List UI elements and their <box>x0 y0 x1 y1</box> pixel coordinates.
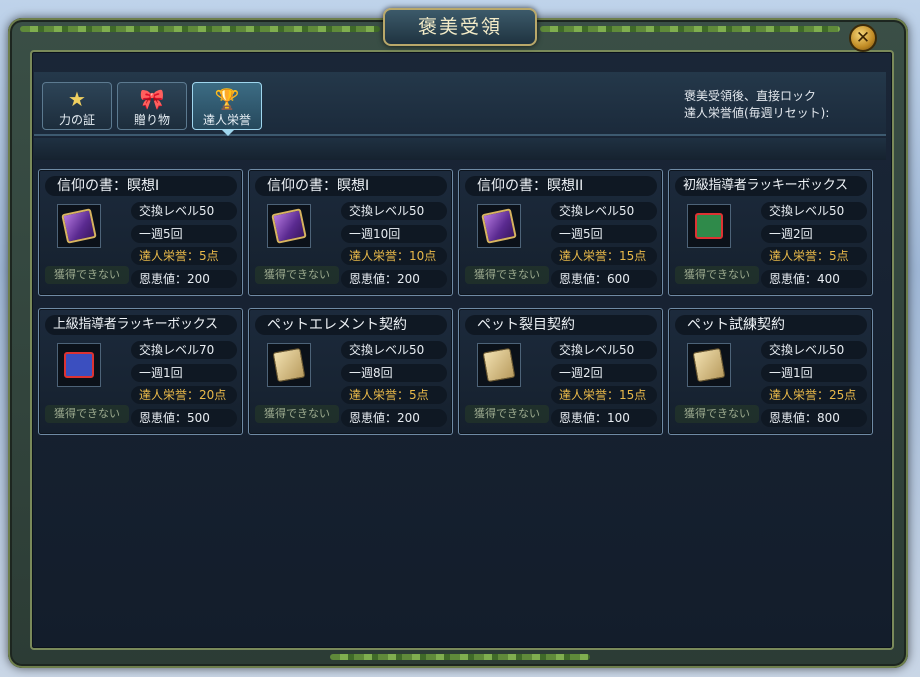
item-slot[interactable] <box>477 343 521 387</box>
item-slot[interactable] <box>267 204 311 248</box>
reward-card[interactable]: ペット裂目契約 獲得できない 交換レベル50 一週2回 達人栄誉：15点 恩恵値… <box>458 308 663 435</box>
item-slot[interactable] <box>687 343 731 387</box>
honor-cost: 達人栄誉：20点 <box>131 386 237 404</box>
unavailable-label: 獲得できない <box>255 405 339 423</box>
contract-scroll-icon <box>272 347 306 383</box>
item-slot[interactable] <box>57 204 101 248</box>
exchange-level: 交換レベル70 <box>131 341 237 359</box>
gift-bow-icon: 🎀 <box>139 87 165 111</box>
honor-cost: 達人栄誉：10点 <box>341 247 447 265</box>
favor-value: 恩恵値：200 <box>341 270 447 288</box>
close-button[interactable]: ✕ <box>849 24 877 52</box>
bottom-vine-decoration <box>330 654 590 660</box>
weekly-limit: 一週5回 <box>551 225 657 243</box>
exchange-level: 交換レベル50 <box>131 202 237 220</box>
honor-cost: 達人栄誉：5点 <box>341 386 447 404</box>
tab-power-proof[interactable]: ★ 力の証 <box>42 82 112 130</box>
purple-book-icon <box>271 208 307 244</box>
card-title: 初級指導者ラッキーボックス <box>675 176 867 196</box>
contract-scroll-icon <box>692 347 726 383</box>
tab-label: 贈り物 <box>133 113 170 127</box>
tab-gifts[interactable]: 🎀 贈り物 <box>117 82 187 130</box>
exchange-level: 交換レベル50 <box>761 341 867 359</box>
honor-cost: 達人栄誉：15点 <box>551 386 657 404</box>
weekly-limit: 一週2回 <box>761 225 867 243</box>
window-title: 褒美受領 <box>383 8 537 46</box>
reward-card[interactable]: 信仰の書：瞑想I 獲得できない 交換レベル50 一週5回 達人栄誉：5点 恩恵値… <box>38 169 243 296</box>
honor-cost: 達人栄誉：15点 <box>551 247 657 265</box>
blue-gift-box-icon <box>64 352 94 378</box>
exchange-level: 交換レベル50 <box>551 202 657 220</box>
header-band <box>34 138 886 160</box>
weekly-limit: 一週1回 <box>761 364 867 382</box>
contract-scroll-icon <box>482 347 516 383</box>
unavailable-label: 獲得できない <box>675 266 759 284</box>
tab-label: 力の証 <box>58 113 95 127</box>
favor-value: 恩恵値：200 <box>131 270 237 288</box>
honor-cost: 達人栄誉：25点 <box>761 386 867 404</box>
honor-trophy-icon: 🏆 <box>214 87 240 111</box>
reward-card[interactable]: 初級指導者ラッキーボックス 獲得できない 交換レベル50 一週2回 達人栄誉：5… <box>668 169 873 296</box>
reward-card[interactable]: 信仰の書：瞑想I 獲得できない 交換レベル50 一週10回 達人栄誉：10点 恩… <box>248 169 453 296</box>
item-slot[interactable] <box>477 204 521 248</box>
purple-book-icon <box>481 208 517 244</box>
reward-card[interactable]: 信仰の書：瞑想II 獲得できない 交換レベル50 一週5回 達人栄誉：15点 恩… <box>458 169 663 296</box>
exchange-level: 交換レベル50 <box>341 341 447 359</box>
unavailable-label: 獲得できない <box>255 266 339 284</box>
weekly-limit: 一週10回 <box>341 225 447 243</box>
card-title: ペット試練契約 <box>675 315 867 335</box>
star-icon: ★ <box>68 87 86 111</box>
exchange-level: 交換レベル50 <box>761 202 867 220</box>
reward-card[interactable]: ペット試練契約 獲得できない 交換レベル50 一週1回 達人栄誉：25点 恩恵値… <box>668 308 873 435</box>
item-slot[interactable] <box>687 204 731 248</box>
item-slot[interactable] <box>267 343 311 387</box>
favor-value: 恩恵値：500 <box>131 409 237 427</box>
weekly-limit: 一週8回 <box>341 364 447 382</box>
favor-value: 恩恵値：800 <box>761 409 867 427</box>
green-gift-box-icon <box>695 213 723 239</box>
favor-value: 恩恵値：200 <box>341 409 447 427</box>
card-title: 信仰の書：瞑想I <box>45 176 237 196</box>
tab-label: 達人栄誉 <box>202 113 251 127</box>
reward-card[interactable]: 上級指導者ラッキーボックス 獲得できない 交換レベル70 一週1回 達人栄誉：2… <box>38 308 243 435</box>
exchange-level: 交換レベル50 <box>551 341 657 359</box>
item-slot[interactable] <box>57 343 101 387</box>
favor-value: 恩恵値：600 <box>551 270 657 288</box>
unavailable-label: 獲得できない <box>465 266 549 284</box>
tab-master-honor[interactable]: 🏆 達人栄誉 <box>192 82 262 136</box>
favor-value: 恩恵値：400 <box>761 270 867 288</box>
unavailable-label: 獲得できない <box>675 405 759 423</box>
top-vine-decoration-right <box>540 26 840 32</box>
info-line-honor-value: 達人栄誉値(毎週リセット): <box>684 106 830 120</box>
reward-card[interactable]: ペットエレメント契約 獲得できない 交換レベル50 一週8回 達人栄誉：5点 恩… <box>248 308 453 435</box>
card-title: 信仰の書：瞑想II <box>465 176 657 196</box>
card-title: 信仰の書：瞑想I <box>255 176 447 196</box>
card-title: ペット裂目契約 <box>465 315 657 335</box>
purple-book-icon <box>61 208 97 244</box>
unavailable-label: 獲得できない <box>45 266 129 284</box>
info-text: 褒美受領後、直接ロック 達人栄誉値(毎週リセット): <box>684 88 829 122</box>
exchange-level: 交換レベル50 <box>341 202 447 220</box>
weekly-limit: 一週1回 <box>131 364 237 382</box>
weekly-limit: 一週2回 <box>551 364 657 382</box>
top-vine-decoration <box>20 26 380 32</box>
honor-cost: 達人栄誉：5点 <box>131 247 237 265</box>
unavailable-label: 獲得できない <box>465 405 549 423</box>
unavailable-label: 獲得できない <box>45 405 129 423</box>
honor-cost: 達人栄誉：5点 <box>761 247 867 265</box>
card-title: 上級指導者ラッキーボックス <box>45 315 237 335</box>
weekly-limit: 一週5回 <box>131 225 237 243</box>
card-title: ペットエレメント契約 <box>255 315 447 335</box>
info-line-lock: 褒美受領後、直接ロック <box>684 89 817 103</box>
favor-value: 恩恵値：100 <box>551 409 657 427</box>
